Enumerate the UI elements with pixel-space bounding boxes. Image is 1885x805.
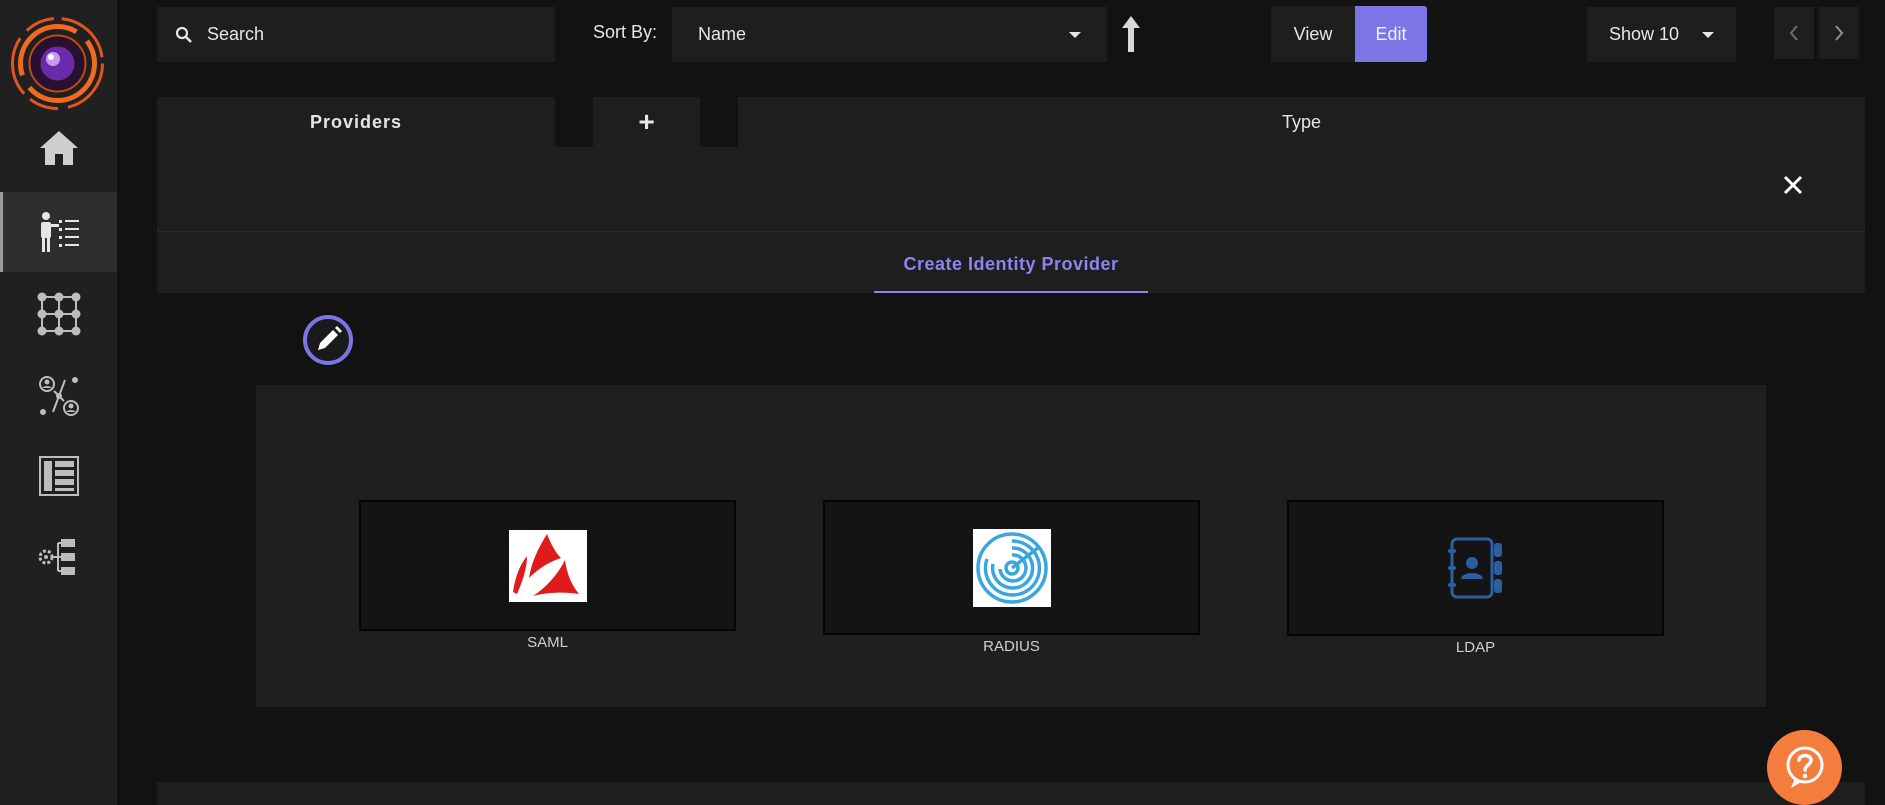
add-provider-button[interactable]: + — [593, 97, 700, 147]
provider-label-saml: SAML — [527, 634, 568, 651]
close-icon — [1783, 175, 1803, 195]
search-icon — [175, 26, 192, 43]
help-question-icon — [1786, 746, 1823, 788]
sort-by-select[interactable]: Name — [672, 7, 1107, 62]
help-button[interactable] — [1767, 730, 1842, 805]
search-box[interactable] — [157, 7, 555, 62]
edit-name-button[interactable] — [302, 314, 354, 366]
provider-label-radius: RADIUS — [983, 638, 1040, 655]
page-size-value: Show 10 — [1609, 24, 1680, 44]
sidebar-item-identity-providers[interactable] — [0, 192, 117, 272]
chevron-down-icon — [1069, 31, 1081, 38]
sidebar — [0, 0, 117, 805]
settings-tree-icon — [38, 539, 75, 575]
next-page-button[interactable] — [1819, 7, 1859, 59]
grid-nodes-icon — [37, 292, 80, 336]
chevron-left-icon — [1789, 25, 1798, 41]
sidebar-item-groups[interactable] — [0, 274, 117, 354]
close-dialog-button[interactable] — [1778, 170, 1808, 200]
sort-by-value: Name — [698, 24, 747, 44]
view-button[interactable]: View — [1271, 6, 1355, 62]
sidebar-item-home[interactable] — [0, 108, 117, 188]
home-icon — [39, 131, 78, 165]
provider-card-ldap[interactable] — [1287, 500, 1664, 636]
app-logo[interactable] — [9, 15, 106, 112]
provider-type-panel: SAML RADIUS LDAP — [256, 385, 1766, 707]
sidebar-item-settings[interactable] — [0, 517, 117, 597]
chevron-right-icon — [1835, 25, 1844, 41]
layout-list-icon — [38, 456, 79, 496]
saml-logo-icon — [508, 529, 587, 602]
provider-card-saml[interactable] — [359, 500, 736, 631]
provider-label-ldap: LDAP — [1455, 639, 1496, 656]
previous-page-button[interactable] — [1774, 7, 1814, 59]
chevron-down-icon — [1702, 31, 1714, 38]
column-header-providers[interactable]: Providers — [157, 97, 555, 147]
view-edit-toggle: View Edit — [1271, 6, 1427, 62]
table-row — [157, 782, 1865, 805]
ldap-contacts-icon — [1447, 537, 1502, 599]
tab-create-identity-provider[interactable]: Create Identity Provider — [874, 248, 1148, 293]
provider-card-radius[interactable] — [823, 500, 1200, 635]
sort-label: Sort By: — [593, 22, 658, 42]
sort-direction-button[interactable] — [1116, 14, 1146, 54]
radius-logo-icon — [972, 528, 1051, 607]
sidebar-item-user-network[interactable] — [0, 356, 117, 436]
arrow-up-icon — [1122, 16, 1140, 52]
column-header-type[interactable]: Type — [738, 97, 1865, 147]
page-size-select[interactable]: Show 10 — [1587, 7, 1736, 62]
sidebar-item-layouts[interactable] — [0, 436, 117, 516]
user-list-icon — [40, 212, 79, 252]
search-input[interactable] — [205, 23, 525, 46]
edit-button[interactable]: Edit — [1355, 6, 1427, 62]
user-network-icon — [38, 376, 79, 416]
pencil-icon — [303, 315, 353, 365]
